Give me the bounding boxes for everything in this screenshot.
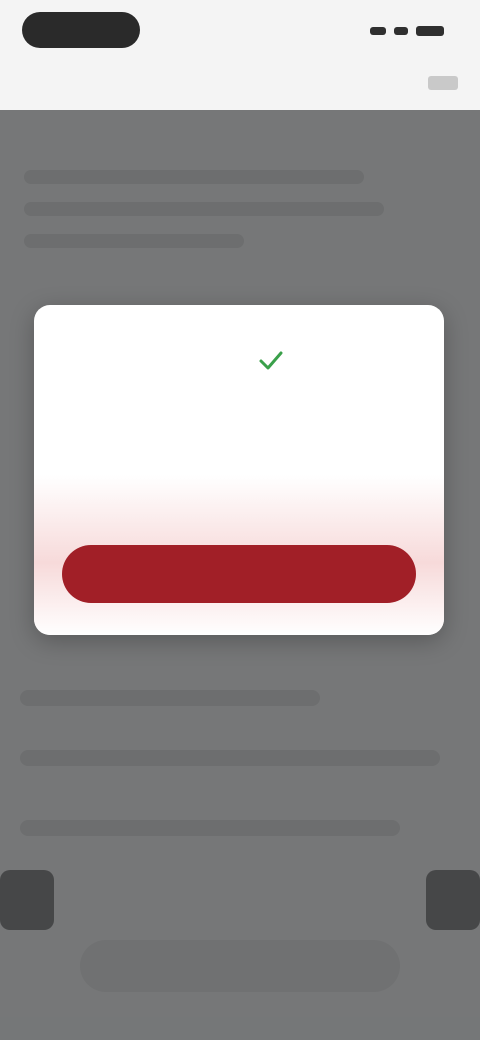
page-title bbox=[190, 74, 290, 94]
status-bar-icons bbox=[370, 26, 444, 36]
wifi-icon bbox=[394, 27, 408, 35]
header-action-button[interactable] bbox=[428, 76, 458, 90]
confirmation-dialog bbox=[34, 305, 444, 635]
signal-icon bbox=[370, 27, 386, 35]
brand-logo bbox=[22, 12, 140, 48]
battery-icon bbox=[416, 26, 444, 36]
confirm-button[interactable] bbox=[62, 545, 416, 603]
check-icon bbox=[259, 351, 283, 370]
app-header bbox=[0, 0, 480, 111]
